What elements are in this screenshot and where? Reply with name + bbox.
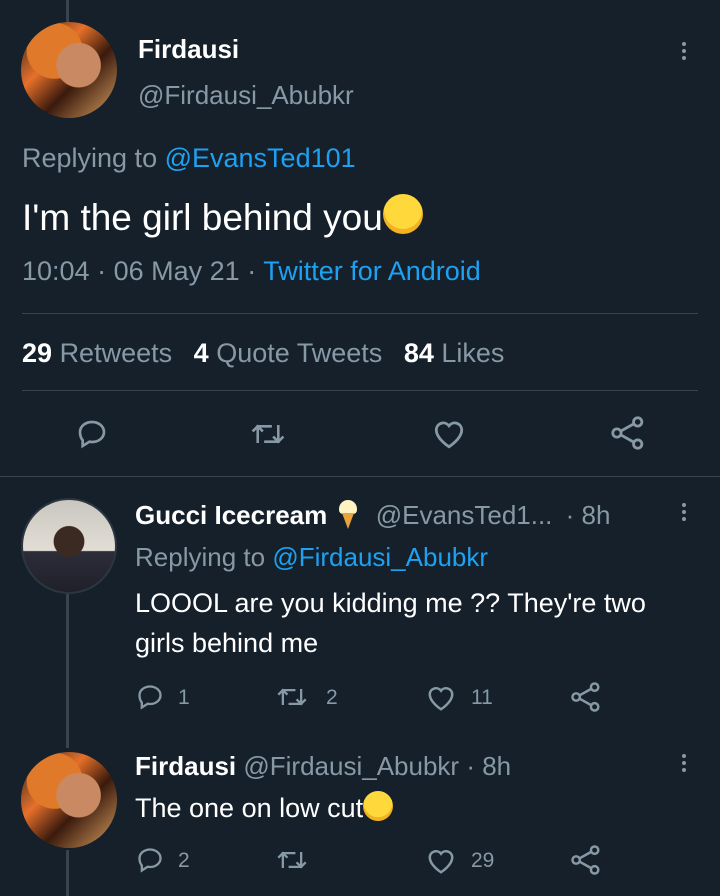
reply-text-body: The one on low cut: [135, 793, 364, 823]
author-handle[interactable]: @Firdausi_Abubkr: [138, 80, 354, 111]
tears-of-joy-emoji-icon: [363, 791, 394, 821]
reply-display-name[interactable]: Firdausi: [135, 751, 236, 781]
meta-separator: ·: [97, 256, 107, 286]
author-display-name[interactable]: Firdausi: [138, 34, 239, 65]
quotes-count: 4: [193, 338, 209, 368]
more-options-icon[interactable]: [682, 42, 686, 60]
replying-to-prefix: Replying to: [22, 143, 158, 173]
like-icon[interactable]: [432, 418, 466, 450]
retweet-icon[interactable]: [276, 846, 308, 874]
reply-header: Gucci Icecream @EvansTed1... · 8h: [135, 500, 610, 531]
likes-stat[interactable]: 84 Likes: [404, 338, 505, 368]
tweet-meta: 10:04 · 06 May 21 · Twitter for Android: [22, 256, 481, 287]
replying-to-handle[interactable]: @EvansTed101: [165, 143, 356, 173]
retweet-count: 2: [326, 686, 338, 709]
reply-text-line-1: LOOOL are you kidding me ?? They're two: [135, 588, 646, 618]
thread-line-bottom: [66, 850, 69, 896]
replying-to: Replying to @EvansTed101: [22, 143, 356, 174]
replying-to-prefix: Replying to: [135, 542, 266, 572]
reply-avatar[interactable]: [21, 498, 117, 594]
reply-time: · 8h: [565, 500, 611, 530]
retweets-count: 29: [22, 338, 53, 368]
tweet-source[interactable]: Twitter for Android: [263, 256, 481, 286]
reply-text: The one on low cut: [135, 791, 394, 824]
author-avatar[interactable]: [21, 22, 117, 118]
quotes-label: Quote Tweets: [216, 338, 383, 368]
tweet-stats: 29 Retweets 4 Quote Tweets 84 Likes: [22, 338, 504, 369]
divider: [0, 476, 720, 477]
divider: [22, 313, 698, 314]
tweet-text: I'm the girl behind you: [22, 194, 423, 239]
retweets-stat[interactable]: 29 Retweets: [22, 338, 172, 368]
like-count: 11: [471, 686, 493, 709]
share-icon[interactable]: [570, 682, 602, 712]
like-icon[interactable]: [426, 847, 456, 875]
reply-count: 1: [178, 686, 190, 709]
thread-line-reply: [66, 594, 69, 748]
replying-to-handle[interactable]: @Firdausi_Abubkr: [272, 542, 488, 572]
reply-avatar[interactable]: [21, 752, 117, 848]
reply-handle[interactable]: @Firdausi_Abubkr: [243, 751, 459, 781]
like-count: 29: [471, 849, 495, 872]
reply-icon[interactable]: [76, 418, 108, 450]
retweet-icon[interactable]: [250, 418, 286, 450]
more-options-icon[interactable]: [682, 754, 686, 772]
more-options-icon[interactable]: [682, 503, 686, 521]
reply-icon[interactable]: [136, 683, 164, 711]
tweet-date: 06 May 21: [113, 256, 240, 286]
likes-label: Likes: [441, 338, 505, 368]
share-icon[interactable]: [570, 845, 602, 875]
reply-icon[interactable]: [136, 846, 164, 874]
like-icon[interactable]: [426, 684, 456, 712]
ice-cream-icon: [338, 500, 358, 530]
tweet-text-body: I'm the girl behind you: [22, 197, 383, 238]
reply-text-line-2: girls behind me: [135, 628, 319, 658]
reply-handle[interactable]: @EvansTed1...: [376, 500, 553, 530]
reply-display-name[interactable]: Gucci Icecream: [135, 500, 327, 530]
quotes-stat[interactable]: 4 Quote Tweets: [194, 338, 383, 368]
tweet-time: 10:04: [22, 256, 90, 286]
thread-line-top: [66, 0, 69, 22]
retweets-label: Retweets: [59, 338, 173, 368]
tears-of-joy-emoji-icon: [382, 194, 423, 234]
reply-time: · 8h: [466, 751, 512, 781]
reply-header: Firdausi @Firdausi_Abubkr · 8h: [135, 751, 511, 782]
retweet-icon[interactable]: [276, 683, 308, 711]
divider: [22, 390, 698, 391]
meta-separator: ·: [247, 256, 257, 286]
reply-count: 2: [178, 849, 190, 872]
reply-replying-to: Replying to @Firdausi_Abubkr: [135, 542, 488, 573]
likes-count: 84: [403, 338, 434, 368]
share-icon[interactable]: [610, 416, 646, 450]
